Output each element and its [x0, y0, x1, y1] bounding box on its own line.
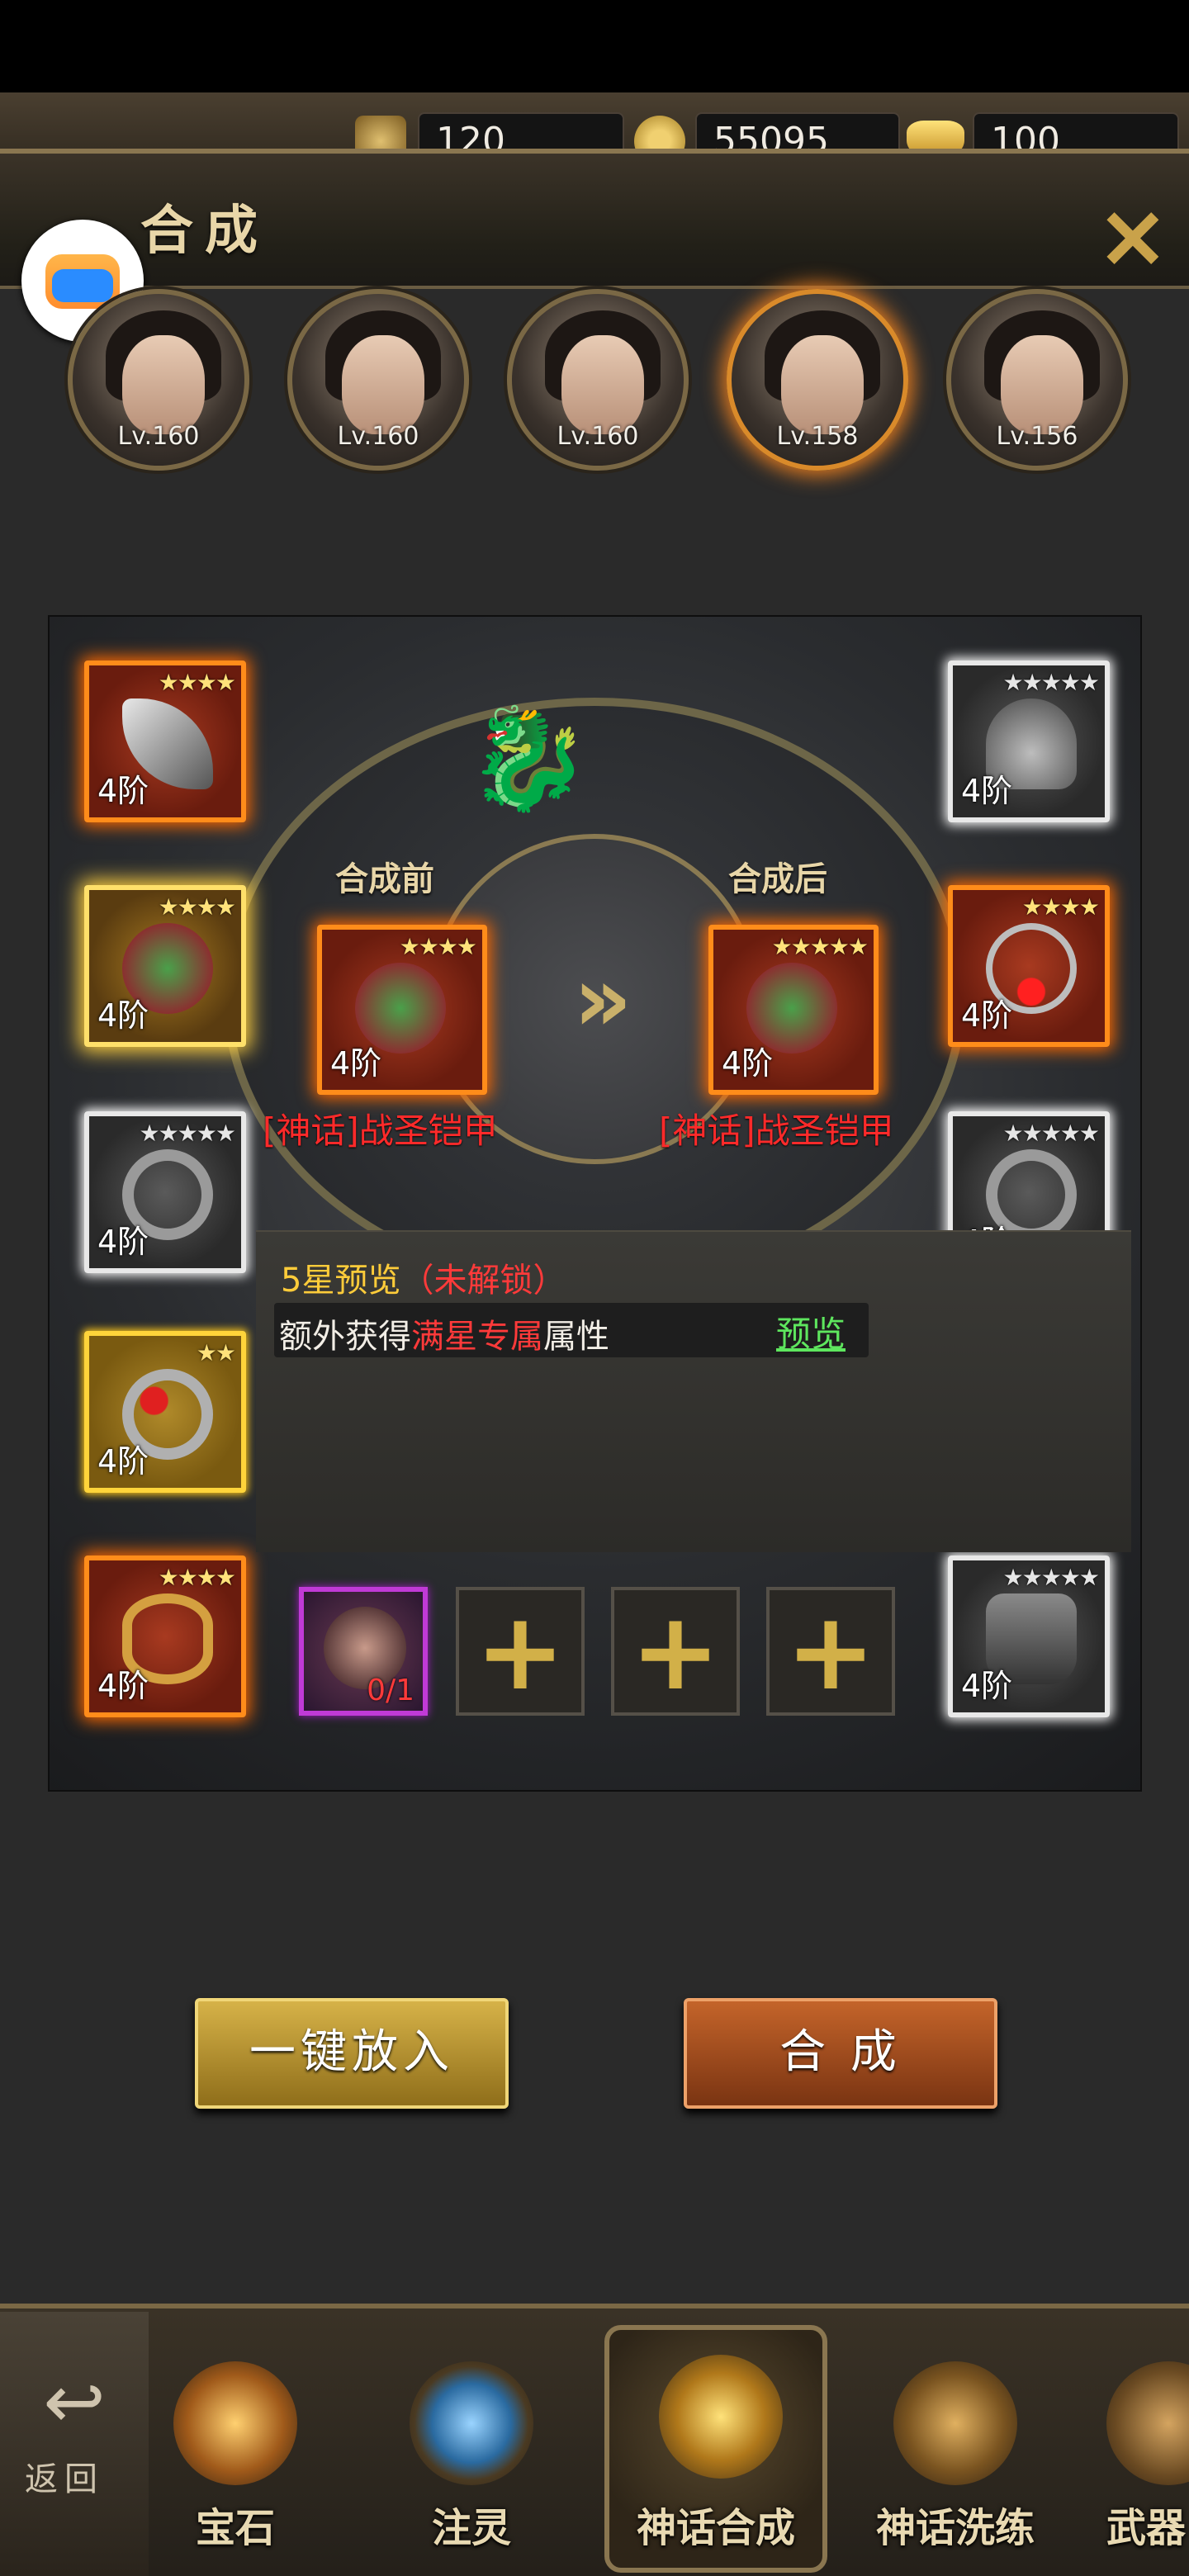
star-rating: ★★★★★: [139, 1120, 236, 1147]
tier-label: 4阶: [97, 773, 149, 809]
equip-slot-ring-2[interactable]: ★★ 4阶: [84, 1331, 246, 1493]
auto-fill-button[interactable]: 一键放入: [195, 1998, 509, 2109]
tier-label: 4阶: [97, 1443, 149, 1480]
cauldron-icon: [893, 2361, 1017, 2485]
after-label: 合成后: [728, 859, 827, 898]
back-label: 返回: [25, 2460, 104, 2498]
tier-label: 4阶: [97, 997, 149, 1034]
preview-highlight: 满星专属: [411, 1318, 543, 1356]
tier-label: 4阶: [330, 1045, 382, 1082]
tab-label: 注灵: [431, 2505, 511, 2551]
hero-level: Lv.160: [337, 422, 419, 451]
after-item-name: [神话]战圣铠甲: [659, 1110, 894, 1151]
hero-avatar-1[interactable]: Lv.160: [68, 289, 249, 471]
material-count: 0/1: [367, 1674, 414, 1707]
tab-label: 武器: [1106, 2505, 1187, 2551]
star-rating: ★★★★: [158, 1564, 236, 1591]
hero-avatar-2[interactable]: Lv.160: [287, 289, 469, 471]
tier-label: 4阶: [961, 773, 1013, 809]
synthesize-button[interactable]: 合 成: [684, 1998, 997, 2109]
hero-selector: Lv.160 Lv.160 Lv.160 Lv.158 Lv.156: [0, 289, 1189, 487]
preview-suffix: 属性: [543, 1318, 609, 1356]
tier-label: 4阶: [722, 1045, 774, 1082]
material-slot-empty-2[interactable]: +: [611, 1587, 740, 1716]
gem-icon: [173, 2361, 297, 2485]
star-rating: ★★★★★: [1002, 669, 1100, 696]
tab-myth-synthesis[interactable]: 神话合成: [604, 2325, 827, 2573]
tab-myth-refine[interactable]: 神话洗练: [852, 2337, 1059, 2568]
equip-slot-boots[interactable]: ★★★★★ 4阶: [948, 1556, 1110, 1717]
star-rating: ★★★★★: [771, 933, 869, 960]
star-rating: ★★★★: [158, 893, 236, 921]
plus-icon: +: [630, 1589, 721, 1714]
preview-title: 5星预览（未解锁）: [281, 1253, 566, 1301]
before-item-slot[interactable]: ★★★★ 4阶: [317, 925, 487, 1095]
star-rating: ★★★★★: [1002, 1120, 1100, 1147]
material-slot-stone[interactable]: 0/1: [299, 1587, 428, 1716]
star-rating: ★★: [196, 1339, 236, 1366]
close-icon[interactable]: ✕: [1098, 198, 1181, 281]
tier-label: 4阶: [961, 997, 1013, 1034]
hero-avatar-5[interactable]: Lv.156: [946, 289, 1128, 471]
equip-slot-armor[interactable]: ★★★★ 4阶: [84, 885, 246, 1047]
material-slot-empty-1[interactable]: +: [456, 1587, 585, 1716]
star-emblem-icon: [659, 2355, 783, 2479]
tab-label: 宝石: [195, 2505, 275, 2551]
tier-label: 4阶: [961, 1668, 1013, 1704]
weapon-icon: [1106, 2361, 1189, 2485]
tab-label: 神话洗练: [875, 2505, 1035, 2551]
hero-avatar-3[interactable]: Lv.160: [507, 289, 689, 471]
game-screen: 120 55095 100 合成 ✕ Lv.160 Lv.160 Lv.160 …: [0, 0, 1189, 2576]
star-rating: ★★★★: [399, 933, 477, 960]
page-title: 合成: [140, 200, 269, 262]
equip-slot-helmet[interactable]: ★★★★★ 4阶: [948, 661, 1110, 822]
tab-weapon[interactable]: 武器: [1073, 2337, 1189, 2568]
tier-label: 4阶: [97, 1224, 149, 1260]
hero-avatar-4[interactable]: Lv.158: [727, 289, 908, 471]
hero-level: Lv.160: [557, 422, 639, 451]
after-item-slot[interactable]: ★★★★★ 4阶: [708, 925, 879, 1095]
tab-gem[interactable]: 宝石: [132, 2337, 339, 2568]
equip-slot-bracelet[interactable]: ★★★★ 4阶: [84, 1556, 246, 1717]
before-label: 合成前: [335, 859, 434, 898]
preview-description: 额外获得满星专属属性: [279, 1309, 609, 1357]
preview-locked: （未解锁）: [400, 1262, 566, 1300]
preview-link[interactable]: 预览: [776, 1306, 846, 1357]
equip-slot-necklace[interactable]: ★★★★ 4阶: [948, 885, 1110, 1047]
plus-icon: +: [475, 1589, 566, 1714]
tab-infuse[interactable]: 注灵: [368, 2337, 575, 2568]
star-rating: ★★★★: [1021, 893, 1100, 921]
status-bar: [0, 0, 1189, 92]
star-rating: ★★★★★: [1002, 1564, 1100, 1591]
hero-level: Lv.160: [117, 422, 200, 451]
preview-prefix: 额外获得: [279, 1318, 411, 1356]
before-item-name: [神话]战圣铠甲: [263, 1110, 498, 1151]
preview-title-text: 5星预览: [281, 1262, 401, 1300]
chevron-right-icon: »: [573, 946, 632, 1052]
material-slot-empty-3[interactable]: +: [766, 1587, 895, 1716]
equip-slot-ring[interactable]: ★★★★★ 4阶: [84, 1111, 246, 1273]
orb-icon: [410, 2361, 533, 2485]
plus-icon: +: [785, 1589, 876, 1714]
hero-level: Lv.156: [996, 422, 1078, 451]
tier-label: 4阶: [97, 1668, 149, 1704]
tab-label: 神话合成: [636, 2505, 795, 2551]
star-rating: ★★★★: [158, 669, 236, 696]
hero-level: Lv.158: [776, 422, 859, 451]
back-arrow-icon: ↩: [43, 2359, 106, 2446]
equip-slot-weapon[interactable]: ★★★★ 4阶: [84, 661, 246, 822]
dragon-emblem-icon: 🐉: [467, 702, 590, 817]
